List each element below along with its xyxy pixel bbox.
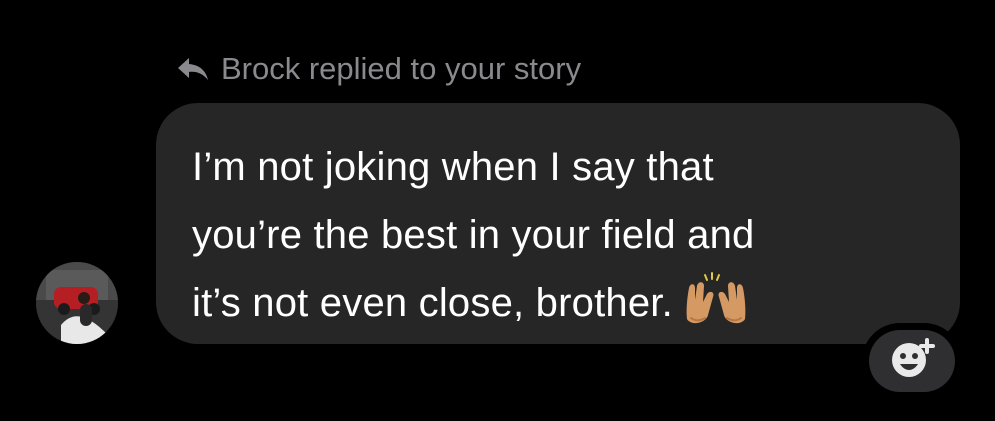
- story-reply-header: Brock replied to your story: [175, 49, 581, 89]
- message-line-3-text: it’s not even close, brother.: [192, 281, 673, 325]
- add-reaction-button[interactable]: [869, 330, 955, 392]
- message-bubble[interactable]: I’m not joking when I say that you’re th…: [156, 103, 960, 344]
- message-line-1: I’m not joking when I say that: [192, 145, 714, 189]
- reply-arrow-icon: [175, 53, 211, 85]
- add-reaction-icon: [885, 336, 939, 387]
- raised-hands-emoji: [683, 272, 749, 324]
- sender-avatar[interactable]: [36, 262, 118, 344]
- message-line-2: you’re the best in your field and: [192, 213, 755, 257]
- message-text: I’m not joking when I say that you’re th…: [192, 133, 924, 337]
- story-reply-label: Brock replied to your story: [221, 51, 582, 86]
- message-line-3: it’s not even close, brother.: [192, 269, 924, 337]
